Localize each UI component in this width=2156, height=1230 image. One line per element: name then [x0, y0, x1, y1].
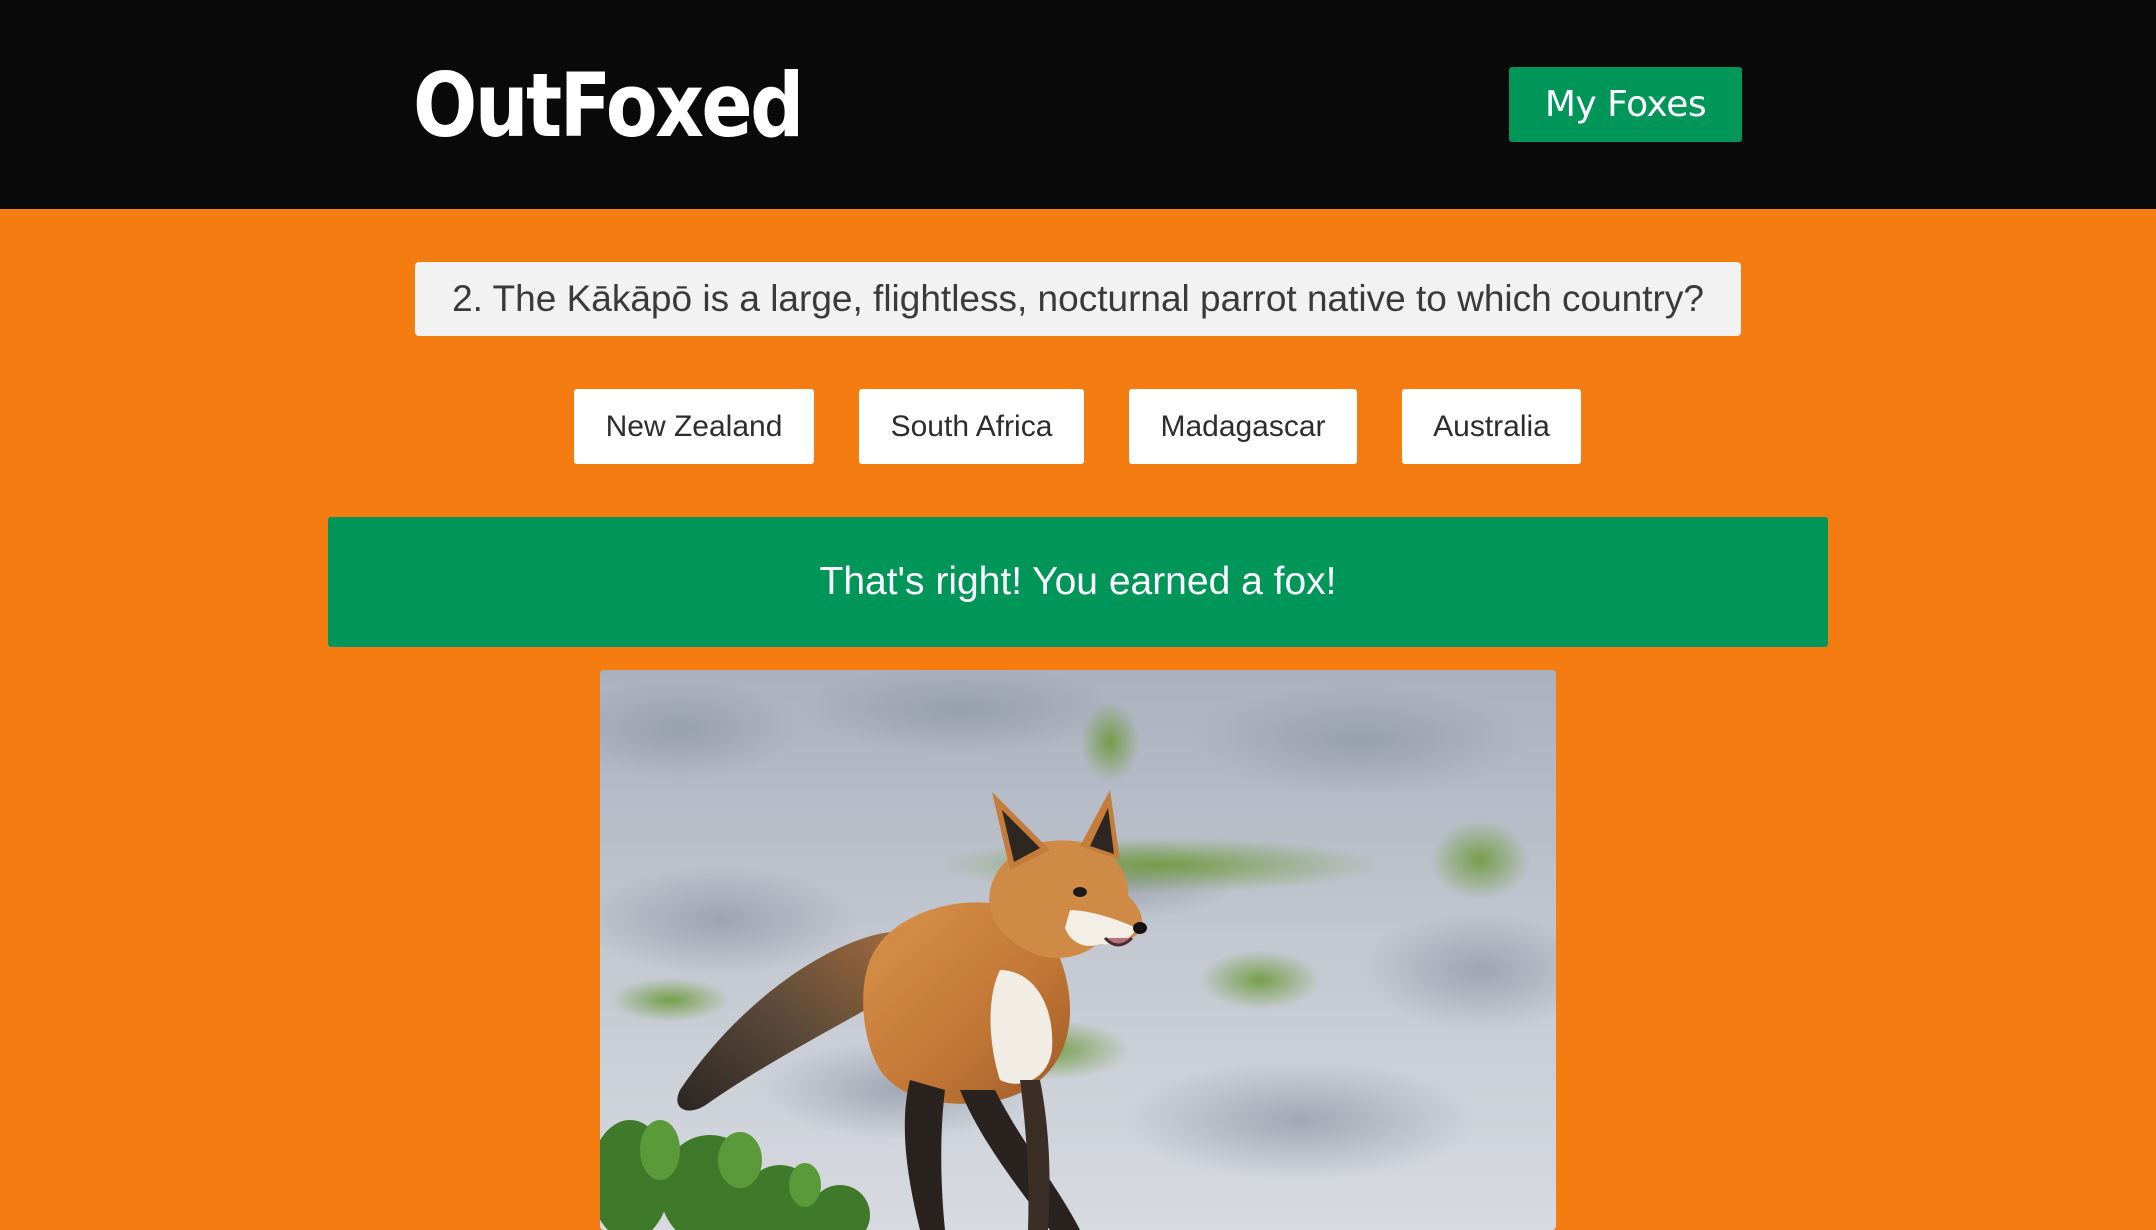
answer-button-madagascar[interactable]: Madagascar: [1129, 389, 1357, 464]
top-nav-bar: OutFoxed My Foxes: [0, 0, 2156, 209]
question-text: 2. The Kākāpō is a large, flightless, no…: [415, 262, 1741, 336]
fox-reward-image: [600, 670, 1556, 1230]
answer-button-south-africa[interactable]: South Africa: [859, 389, 1084, 464]
app-logo[interactable]: OutFoxed: [413, 48, 804, 164]
answer-button-australia[interactable]: Australia: [1402, 389, 1581, 464]
correct-answer-banner: That's right! You earned a fox!: [328, 517, 1828, 647]
my-foxes-button[interactable]: My Foxes: [1509, 67, 1742, 142]
answer-button-new-zealand[interactable]: New Zealand: [574, 389, 814, 464]
fox-photo-illustration: [600, 670, 1556, 1230]
